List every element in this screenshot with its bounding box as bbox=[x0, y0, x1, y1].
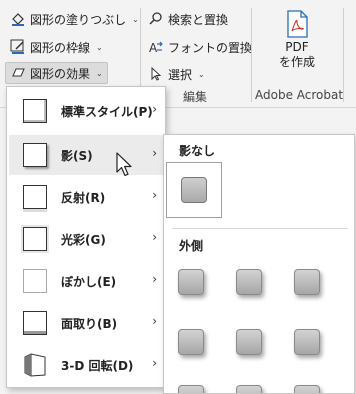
outer-heading: 外側 bbox=[179, 239, 204, 253]
ribbon-separator bbox=[251, 8, 252, 102]
menu-item-label: 影(S) bbox=[61, 149, 93, 163]
chevron-right-icon: › bbox=[152, 102, 157, 116]
mouse-pointer-icon bbox=[116, 152, 132, 177]
shape-fill-label: 図形の塗りつぶし bbox=[30, 12, 127, 27]
adobe-acrobat-group-label: Adobe Acrobat bbox=[255, 88, 344, 102]
replace-font-label: フォントの置換 bbox=[168, 40, 253, 55]
search-icon bbox=[149, 12, 162, 25]
chevron-right-icon: › bbox=[152, 230, 157, 244]
menu-item-label: 3-D 回転(D) bbox=[61, 359, 134, 373]
select-button[interactable]: 選択 ⌄ bbox=[144, 63, 209, 85]
shadow-outer-option[interactable] bbox=[294, 385, 320, 393]
menu-item-glow[interactable]: 光彩(G) › bbox=[9, 219, 163, 259]
shape-outline-button[interactable]: 図形の枠線 ⌄ bbox=[6, 36, 107, 58]
glow-icon bbox=[23, 227, 47, 251]
menu-item-shadow[interactable]: 影(S) › bbox=[9, 135, 163, 175]
replace-font-icon: A bbox=[149, 41, 163, 55]
svg-text:A: A bbox=[149, 41, 158, 55]
chevron-right-icon: › bbox=[152, 146, 157, 160]
chevron-down-icon: ⌄ bbox=[132, 14, 139, 24]
shadow-outer-option[interactable] bbox=[236, 329, 262, 355]
shape-outline-label: 図形の枠線 bbox=[30, 40, 91, 55]
create-pdf-button[interactable]: PDF を作成 bbox=[262, 10, 332, 70]
chevron-down-icon: ⌄ bbox=[198, 69, 205, 79]
shadow-submenu: 影なし 外側 bbox=[163, 134, 355, 394]
shadow-outer-option[interactable] bbox=[236, 385, 262, 393]
ribbon-separator bbox=[343, 8, 344, 102]
chevron-right-icon: › bbox=[152, 188, 157, 202]
menu-item-soft-edges[interactable]: ぼかし(E) › bbox=[9, 261, 163, 301]
edit-group-label: 編集 bbox=[183, 90, 208, 104]
menu-item-preset[interactable]: 標準スタイル(P) › bbox=[9, 91, 163, 131]
chevron-right-icon: › bbox=[152, 314, 157, 328]
chevron-right-icon: › bbox=[152, 356, 157, 370]
shadow-outer-option[interactable] bbox=[294, 269, 320, 295]
preset-style-icon bbox=[23, 99, 47, 123]
chevron-down-icon: ⌄ bbox=[96, 68, 103, 78]
find-replace-label: 検索と置換 bbox=[168, 12, 229, 27]
pen-icon bbox=[10, 39, 24, 54]
find-replace-button[interactable]: 検索と置換 bbox=[144, 8, 232, 30]
shape-effects-menu: 標準スタイル(P) › 影(S) › 反射(R) › 光彩(G) › ぼかし(E… bbox=[6, 86, 166, 388]
chevron-down-icon: ⌄ bbox=[96, 42, 103, 52]
shape-fill-button[interactable]: 図形の塗りつぶし ⌄ bbox=[6, 8, 143, 30]
shape-effects-button[interactable]: 図形の効果 ⌄ bbox=[5, 62, 108, 84]
section-divider bbox=[172, 228, 348, 229]
shadow-outer-option[interactable] bbox=[294, 329, 320, 355]
menu-item-3d-rotation[interactable]: 3-D 回転(D) › bbox=[9, 345, 163, 385]
no-shadow-preview bbox=[181, 177, 207, 203]
menu-item-reflection[interactable]: 反射(R) › bbox=[9, 177, 163, 217]
select-label: 選択 bbox=[168, 67, 193, 82]
shape-effects-label: 図形の効果 bbox=[30, 66, 91, 81]
bevel-icon bbox=[23, 311, 47, 335]
3d-rotation-icon bbox=[24, 353, 46, 377]
shadow-outer-option[interactable] bbox=[236, 269, 262, 295]
soft-edges-icon bbox=[23, 269, 47, 293]
chevron-right-icon: › bbox=[152, 272, 157, 286]
cursor-arrow-icon bbox=[151, 66, 162, 81]
menu-item-label: 面取り(B) bbox=[61, 317, 118, 331]
create-pdf-label-line2: を作成 bbox=[278, 55, 315, 69]
create-pdf-label-line1: PDF bbox=[285, 40, 309, 54]
shape-effects-icon bbox=[12, 68, 25, 77]
shadow-outer-option[interactable] bbox=[178, 329, 204, 355]
menu-item-label: ぼかし(E) bbox=[61, 275, 117, 289]
shadow-outer-option[interactable] bbox=[178, 385, 204, 393]
menu-item-label: 反射(R) bbox=[61, 191, 106, 205]
no-shadow-option[interactable] bbox=[166, 162, 222, 218]
reflection-icon bbox=[23, 185, 47, 209]
menu-item-label: 標準スタイル(P) bbox=[61, 105, 153, 119]
menu-item-label: 光彩(G) bbox=[61, 233, 106, 247]
acrobat-pdf-icon bbox=[287, 10, 308, 38]
shadow-outer-option[interactable] bbox=[178, 269, 204, 295]
no-shadow-heading: 影なし bbox=[179, 144, 216, 158]
paint-bucket-icon bbox=[12, 13, 24, 26]
replace-font-button[interactable]: A フォントの置換 bbox=[144, 36, 256, 58]
menu-item-bevel[interactable]: 面取り(B) › bbox=[9, 303, 163, 343]
shadow-icon bbox=[23, 143, 47, 167]
